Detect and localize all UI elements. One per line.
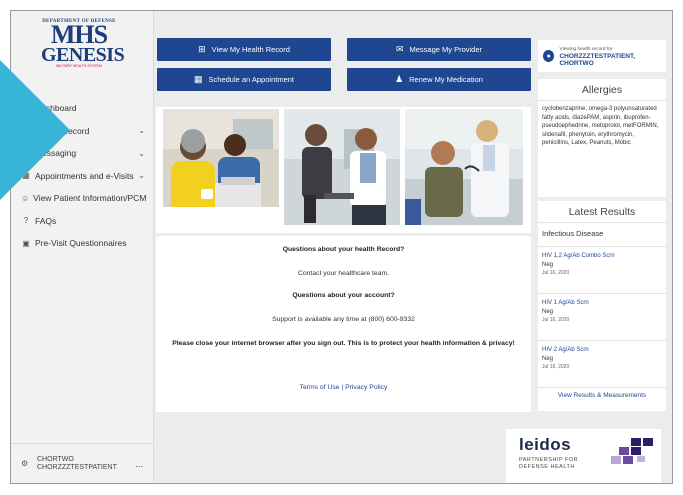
result-value: Neg — [542, 356, 554, 362]
result-value: Neg — [542, 309, 554, 315]
result-item[interactable]: HIV 2 Ag/Ab Scrn Neg Jul 16, 2020 — [538, 341, 666, 388]
renew-medication-button[interactable]: ♟ Renew My Medication — [347, 68, 531, 91]
person-icon: ♟ — [395, 74, 404, 84]
support-text: Support is available any time at (800) 6… — [272, 316, 415, 323]
result-date: Jul 16, 2020 — [542, 364, 570, 370]
patient-icon: ● — [543, 50, 555, 62]
allergies-list: cyclobenzaprine, omega-3 polyunsaturated… — [542, 106, 659, 146]
leidos-tagline: PARTNERSHIP FOR DEFENSE HEALTH — [519, 457, 578, 471]
patient-name: CHORZZZTESTPATIENT, CHORTWO — [559, 52, 636, 67]
leidos-logo: leidos PARTNERSHIP FOR DEFENSE HEALTH — [506, 429, 661, 483]
sidebar-item-questionnaires[interactable]: ▣ Pre-Visit Questionnaires — [11, 232, 153, 255]
logo-mhs-text: MHS — [50, 20, 108, 49]
result-name: HIV 2 Ag/Ab Scrn — [542, 347, 589, 353]
schedule-appointment-label: Schedule an Appointment — [208, 75, 294, 84]
renew-medication-label: Renew My Medication — [409, 75, 483, 84]
health-record-answer: Contact your healthcare team. — [297, 270, 390, 277]
sidebar-item-label: Pre-Visit Questionnaires — [35, 238, 127, 249]
result-name: HIV 1 Ag/Ab Scrn — [542, 300, 589, 306]
latest-results-card: Latest Results Infectious Disease HIV 1,… — [538, 201, 666, 411]
calendar-icon: ▦ — [194, 74, 203, 84]
more-options-icon[interactable]: ... — [135, 459, 143, 469]
envelope-icon: ✉ — [395, 44, 404, 54]
sidebar-item-faqs[interactable]: ? FAQs — [11, 210, 153, 233]
patient-header: ● Viewing health record for CHORZZZTESTP… — [538, 40, 666, 72]
photo-banner — [156, 107, 531, 233]
results-section-title: Infectious Disease — [538, 223, 666, 247]
pixel-mark-icon — [611, 438, 653, 464]
health-record-question: Questions about your health Record? — [282, 246, 405, 253]
result-item[interactable]: HIV 1 Ag/Ab Scrn Neg Jul 16, 2020 — [538, 294, 666, 341]
view-results-link[interactable]: View Results & Measurements — [538, 388, 666, 399]
view-health-record-button[interactable]: ⊞ View My Health Record — [157, 38, 331, 61]
schedule-appointment-button[interactable]: ▦ Schedule an Appointment — [157, 68, 331, 91]
result-name: HIV 1,2 Ag/Ab Combo Scrn — [542, 253, 615, 259]
question-icon: ? — [23, 216, 29, 226]
allergies-card: Allergies cyclobenzaprine, omega-3 polyu… — [538, 79, 666, 197]
leidos-wordmark: leidos — [519, 435, 572, 454]
gear-icon: ⚙ — [21, 459, 29, 468]
external-link-icon: ⊞ — [198, 44, 206, 54]
photo-doctor-consult — [284, 109, 400, 225]
message-provider-button[interactable]: ✉ Message My Provider — [347, 38, 531, 61]
chevron-down-icon: ⌄ — [138, 171, 145, 181]
allergies-title: Allergies — [538, 79, 666, 101]
result-item[interactable]: HIV 1,2 Ag/Ab Combo Scrn Neg Jul 16, 202… — [538, 247, 666, 294]
user-menu[interactable]: ⚙ CHORTWO CHORZZZTESTPATIENT ... — [11, 443, 153, 483]
info-panel: Questions about your health Record? Cont… — [156, 236, 531, 412]
account-question: Questions about your account? — [292, 292, 395, 299]
app-window: DEPARTMENT OF DEFENSE MHS GENESIS MILITA… — [10, 10, 673, 484]
view-health-record-label: View My Health Record — [211, 45, 290, 54]
footer-links[interactable]: Terms of Use | Privacy Policy — [156, 384, 531, 391]
viewing-label: Viewing health record for — [559, 46, 613, 52]
user-name: CHORTWO CHORZZZTESTPATIENT — [37, 456, 135, 472]
leidos-tagline-line2: DEFENSE HEALTH — [519, 464, 575, 470]
leidos-tagline-line1: PARTNERSHIP FOR — [519, 457, 579, 463]
photo-couple-laptop — [163, 109, 279, 225]
overlay-arrow-shape — [0, 60, 70, 200]
result-date: Jul 16, 2020 — [542, 317, 570, 323]
user-last-name: CHORZZZTESTPATIENT — [37, 463, 117, 471]
photo-doctor-exam — [405, 109, 523, 225]
results-title: Latest Results — [538, 201, 666, 223]
sidebar-item-label: FAQs — [35, 215, 57, 226]
chevron-down-icon: ⌄ — [138, 126, 145, 136]
chevron-down-icon: ⌄ — [138, 148, 145, 158]
result-date: Jul 16, 2020 — [542, 270, 570, 276]
message-provider-label: Message My Provider — [409, 45, 483, 54]
result-value: Neg — [542, 262, 554, 268]
user-first-name: CHORTWO — [37, 455, 74, 463]
privacy-notice: Please close your internet browser after… — [172, 340, 515, 347]
clipboard-icon: ▣ — [22, 238, 30, 248]
